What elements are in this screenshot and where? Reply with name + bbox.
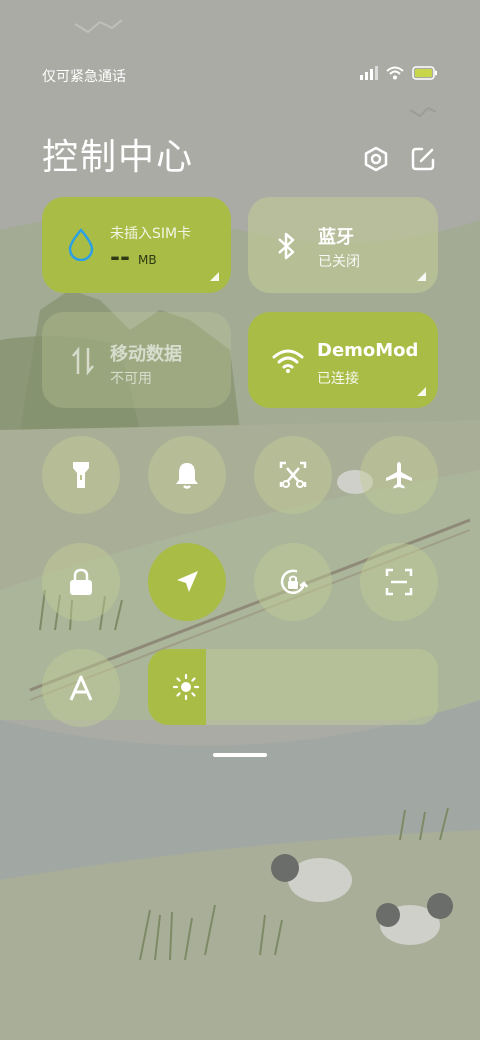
home-indicator[interactable] — [213, 753, 267, 757]
airplane-icon — [386, 462, 412, 489]
edit-button[interactable] — [406, 142, 440, 176]
expand-corner-icon — [210, 272, 219, 281]
bluetooth-tile[interactable]: 蓝牙 已关闭 — [248, 197, 438, 293]
location-arrow-icon — [177, 571, 198, 592]
water-drop-icon — [68, 228, 94, 261]
wifi-status-icon — [386, 66, 404, 80]
sim-status-label: 未插入SIM卡 — [110, 226, 192, 242]
edit-icon — [411, 147, 435, 171]
font-size-toggle[interactable] — [42, 649, 120, 727]
screenshot-scissors-icon — [279, 461, 307, 488]
settings-button[interactable] — [359, 142, 393, 176]
data-usage-tile[interactable]: 未插入SIM卡 -- MB — [42, 197, 231, 293]
lock-icon — [70, 568, 92, 595]
bluetooth-status: 已关闭 — [318, 254, 360, 270]
wifi-tile[interactable]: DemoMod 已连接 — [248, 312, 438, 408]
hexagon-settings-icon — [364, 146, 388, 172]
page-title: 控制中心 — [42, 137, 195, 178]
rotation-lock-icon — [280, 569, 308, 595]
mobile-data-title: 移动数据 — [110, 344, 182, 365]
status-icons — [360, 66, 438, 80]
status-carrier-text: 仅可紧急通话 — [42, 69, 126, 85]
flashlight-icon — [73, 462, 89, 488]
bluetooth-icon — [278, 232, 295, 260]
notification-toggle[interactable] — [148, 436, 226, 514]
battery-icon — [412, 66, 437, 80]
location-toggle[interactable] — [148, 543, 226, 621]
expand-corner-icon — [417, 272, 426, 281]
data-usage-value: -- — [110, 243, 130, 271]
mobile-data-arrows-icon — [72, 346, 94, 376]
mobile-data-tile[interactable]: 移动数据 不可用 — [42, 312, 231, 408]
brightness-slider[interactable] — [148, 649, 438, 725]
wifi-network-name: DemoMod — [317, 340, 419, 361]
wifi-icon — [272, 349, 304, 373]
mobile-data-status: 不可用 — [110, 371, 152, 387]
signal-icon — [360, 66, 378, 80]
letter-a-icon — [69, 675, 93, 701]
airplane-mode-toggle[interactable] — [360, 436, 438, 514]
scan-icon — [385, 568, 413, 596]
bell-icon — [176, 463, 198, 489]
lock-screen-toggle[interactable] — [42, 543, 120, 621]
expand-corner-icon — [417, 387, 426, 396]
screenshot-toggle[interactable] — [254, 436, 332, 514]
bluetooth-title: 蓝牙 — [318, 227, 354, 248]
rotation-lock-toggle[interactable] — [254, 543, 332, 621]
scan-toggle[interactable] — [360, 543, 438, 621]
flashlight-toggle[interactable] — [42, 436, 120, 514]
sun-icon — [172, 673, 200, 701]
data-usage-unit: MB — [138, 253, 157, 267]
wifi-status: 已连接 — [317, 371, 359, 387]
